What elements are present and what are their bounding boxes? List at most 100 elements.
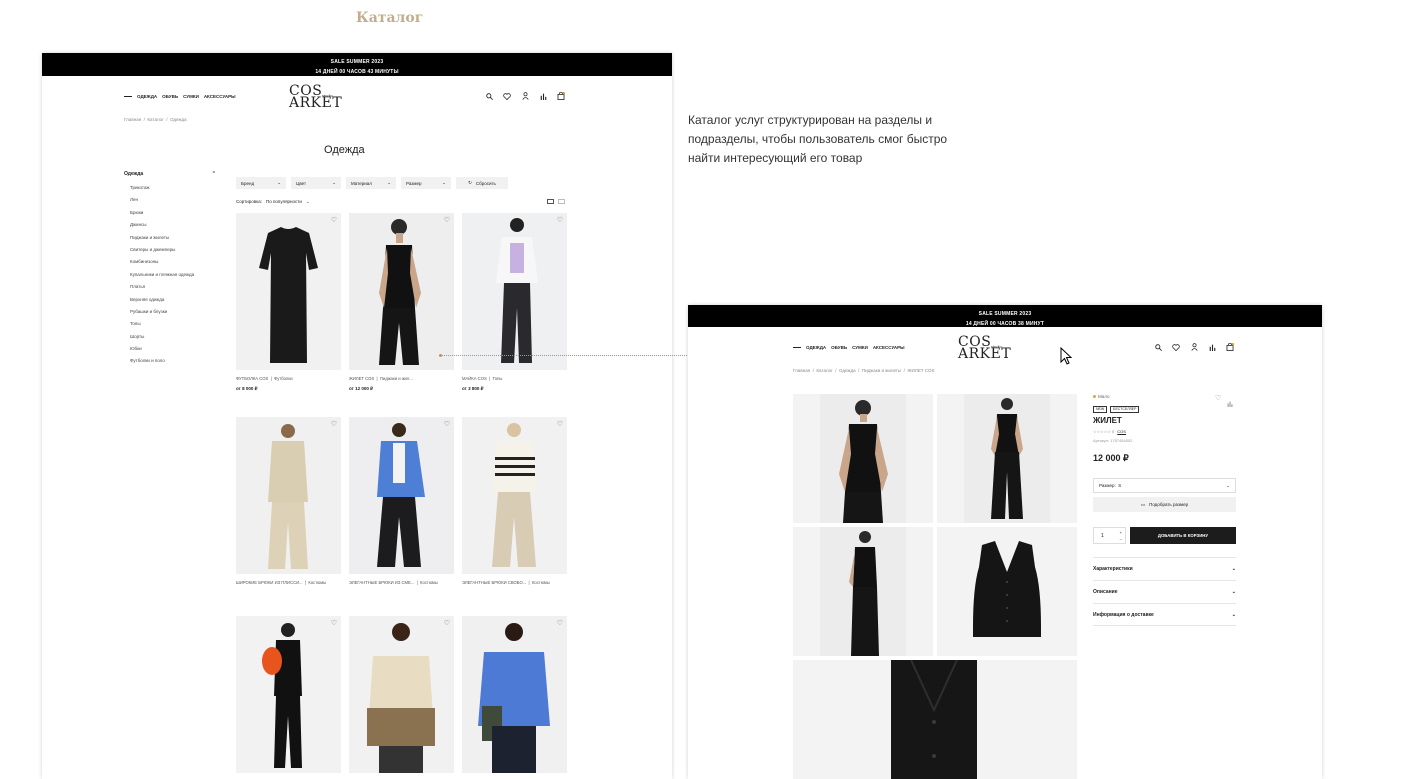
reset-filters-button[interactable]: ↻ Сбросить: [456, 177, 508, 189]
product-photo[interactable]: ♡: [236, 213, 341, 370]
heart-icon[interactable]: [503, 92, 511, 100]
sidebar-item[interactable]: Юбки: [130, 343, 216, 355]
heart-icon[interactable]: ♡: [331, 420, 337, 428]
cart-icon[interactable]: [557, 92, 565, 100]
sidebar-item[interactable]: Лен: [130, 194, 216, 206]
product-card[interactable]: ♡ ШИРОКИЕ БРЮКИ ИЗ ПЛИССИ... | Костюмы: [236, 417, 341, 585]
compare-icon[interactable]: [539, 92, 547, 100]
nav-item-clothes[interactable]: ОДЕЖДА: [806, 345, 826, 350]
breadcrumb-catalog[interactable]: Каталог: [147, 117, 163, 122]
rating-stars[interactable]: ☆☆☆☆☆ 0: [1093, 429, 1114, 434]
product-name[interactable]: ЭЛЕГАНТНЫЕ БРЮКИ СВОБО...: [462, 580, 526, 585]
sidebar-heading[interactable]: Одежда ⌃: [124, 171, 216, 177]
accordion-characteristics[interactable]: Характеристики ⌄: [1093, 557, 1236, 580]
heart-icon[interactable]: ♡: [444, 420, 450, 428]
heart-icon[interactable]: ♡: [1215, 394, 1221, 412]
list-view-icon[interactable]: [558, 199, 565, 204]
product-card[interactable]: ♡ ФУТБОЛКА COS | Футболки от 8 000 ₽: [236, 213, 341, 392]
product-photo[interactable]: ♡: [349, 213, 454, 370]
product-name[interactable]: ФУТБОЛКА COS: [236, 376, 268, 381]
sidebar-item[interactable]: Шорты: [130, 331, 216, 343]
stepper-arrows-icon[interactable]: + −: [1120, 529, 1122, 543]
sidebar-item[interactable]: Трикотаж: [130, 182, 216, 194]
brand-link[interactable]: COS: [1117, 429, 1126, 434]
sale-banner[interactable]: SALE SUMMER 2023 14 ДНЕЙ 00 ЧАСОВ 43 МИН…: [42, 53, 672, 76]
heart-icon[interactable]: ♡: [331, 216, 337, 224]
breadcrumb-catalog[interactable]: Каталог: [816, 368, 832, 373]
cart-icon[interactable]: [1226, 343, 1234, 351]
heart-icon[interactable]: ♡: [331, 619, 337, 627]
search-icon[interactable]: [1154, 343, 1162, 351]
sidebar-item[interactable]: Брюки: [130, 207, 216, 219]
nav-item-bags[interactable]: СУМКИ: [183, 94, 199, 99]
filter-brand[interactable]: Бренд ⌄: [236, 177, 286, 189]
sidebar-item[interactable]: Верхняя одежда: [130, 294, 216, 306]
heart-icon[interactable]: ♡: [557, 420, 563, 428]
product-photo[interactable]: ♡: [349, 616, 454, 773]
sidebar-item[interactable]: Топы: [130, 318, 216, 330]
sort-control[interactable]: Сортировка: По популярности ⌄: [236, 199, 310, 205]
product-photo[interactable]: ♡: [236, 616, 341, 773]
menu-icon[interactable]: [793, 347, 801, 348]
gallery-image[interactable]: [793, 527, 933, 656]
compare-icon[interactable]: [1208, 343, 1216, 351]
gallery-image[interactable]: [793, 660, 1077, 779]
nav-item-accessories[interactable]: АКСЕССУАРЫ: [204, 94, 236, 99]
sidebar-item[interactable]: Пиджаки и жилеты: [130, 232, 216, 244]
compare-icon[interactable]: [1227, 394, 1233, 412]
sidebar-item[interactable]: Платья: [130, 281, 216, 293]
product-photo[interactable]: ♡: [462, 616, 567, 773]
product-card[interactable]: ♡ МАЙКА COS | Топы от 3 800 ₽: [462, 213, 567, 392]
filter-color[interactable]: Цвет ⌄: [291, 177, 341, 189]
logo[interactable]: COS ARKET studio: [289, 84, 342, 110]
product-photo[interactable]: ♡: [349, 417, 454, 574]
sale-banner[interactable]: SALE SUMMER 2023 14 ДНЕЙ 00 ЧАСОВ 38 МИН…: [688, 305, 1322, 327]
product-card[interactable]: ♡: [349, 616, 454, 773]
breadcrumb-home[interactable]: Главная: [793, 368, 810, 373]
product-photo[interactable]: ♡: [462, 213, 567, 370]
quantity-stepper[interactable]: 1 + −: [1093, 527, 1126, 544]
grid-view-icon[interactable]: [547, 199, 554, 204]
nav-item-shoes[interactable]: ОБУВЬ: [831, 345, 847, 350]
breadcrumb-category[interactable]: Пиджаки и жилеты: [862, 368, 901, 373]
product-photo[interactable]: ♡: [462, 417, 567, 574]
breadcrumb-clothes[interactable]: Одежда: [839, 368, 856, 373]
search-icon[interactable]: [485, 92, 493, 100]
product-card[interactable]: ♡ ЭЛЕГАНТНЫЕ БРЮКИ СВОБО... | Костюмы: [462, 417, 567, 585]
product-name[interactable]: ШИРОКИЕ БРЮКИ ИЗ ПЛИССИ...: [236, 580, 303, 585]
nav-item-accessories[interactable]: АКСЕССУАРЫ: [873, 345, 905, 350]
product-card[interactable]: ♡: [236, 616, 341, 773]
gallery-image[interactable]: [937, 527, 1077, 656]
gallery-image[interactable]: [937, 394, 1077, 523]
user-icon[interactable]: [521, 92, 529, 100]
filter-material[interactable]: Материал ⌄: [346, 177, 396, 189]
accordion-description[interactable]: Описание ⌄: [1093, 580, 1236, 603]
heart-icon[interactable]: ♡: [557, 619, 563, 627]
product-card[interactable]: ♡ ЖИЛЕТ COS | Пиджаки и жил... от 12 000…: [349, 213, 454, 392]
product-name[interactable]: ЭЛЕГАНТНЫЕ БРЮКИ ИЗ СМЕ...: [349, 580, 414, 585]
accordion-delivery[interactable]: Информация о доставке ⌄: [1093, 603, 1236, 626]
product-name[interactable]: МАЙКА COS: [462, 376, 487, 381]
size-guide-button[interactable]: ▭ Подобрать размер: [1093, 497, 1236, 512]
logo[interactable]: COS ARKET studio: [958, 335, 1011, 361]
heart-icon[interactable]: ♡: [557, 216, 563, 224]
sidebar-item[interactable]: Джинсы: [130, 219, 216, 231]
sidebar-item[interactable]: Комбинезоны: [130, 256, 216, 268]
add-to-cart-button[interactable]: ДОБАВИТЬ В КОРЗИНУ: [1130, 527, 1236, 544]
breadcrumb-home[interactable]: Главная: [124, 117, 141, 122]
gallery-image[interactable]: [793, 394, 933, 523]
heart-icon[interactable]: [1172, 343, 1180, 351]
menu-icon[interactable]: [124, 96, 132, 97]
product-photo[interactable]: ♡: [236, 417, 341, 574]
nav-item-clothes[interactable]: ОДЕЖДА: [137, 94, 157, 99]
sidebar-item[interactable]: Футболки и поло: [130, 355, 216, 367]
nav-item-shoes[interactable]: ОБУВЬ: [162, 94, 178, 99]
product-card[interactable]: ♡ ЭЛЕГАНТНЫЕ БРЮКИ ИЗ СМЕ... | Костюмы: [349, 417, 454, 585]
heart-icon[interactable]: ♡: [444, 216, 450, 224]
nav-item-bags[interactable]: СУМКИ: [852, 345, 868, 350]
filter-size[interactable]: Размер ⌄: [401, 177, 451, 189]
sidebar-item[interactable]: Свитеры и джемперы: [130, 244, 216, 256]
product-card[interactable]: ♡: [462, 616, 567, 773]
user-icon[interactable]: [1190, 343, 1198, 351]
size-select[interactable]: Размер: S ⌄: [1093, 478, 1236, 493]
